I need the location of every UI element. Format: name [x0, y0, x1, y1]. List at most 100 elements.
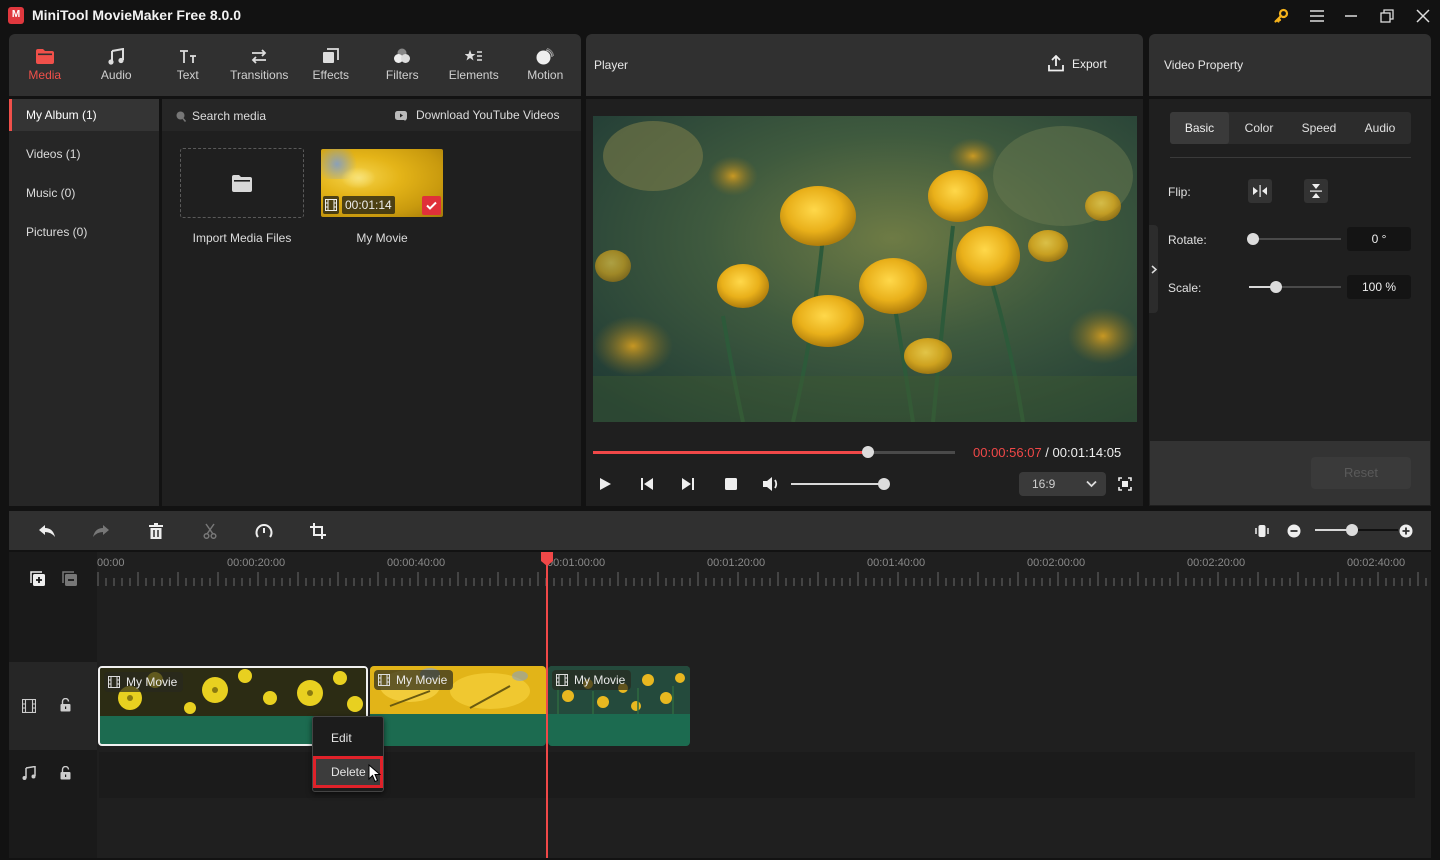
media-item-name: My Movie [356, 231, 408, 245]
trash-icon [149, 523, 163, 539]
stop-button[interactable] [724, 477, 738, 496]
speed-button[interactable] [253, 521, 275, 541]
flip-horizontal-icon [1253, 185, 1267, 197]
sidebar-item-pictures[interactable]: Pictures (0) [9, 216, 159, 248]
music-note-icon [108, 45, 125, 67]
scissors-icon [203, 523, 217, 539]
ruler-label: 00:00:20:00 [227, 557, 286, 569]
film-icon [108, 676, 120, 688]
context-menu-edit[interactable]: Edit [313, 722, 383, 754]
download-youtube-button[interactable]: Download YouTube Videos [395, 108, 559, 122]
minimize-icon[interactable] [1337, 4, 1365, 28]
rotate-value-input[interactable]: 0 ° [1347, 227, 1411, 251]
video-track-lock-button[interactable] [60, 697, 71, 717]
rotate-handle[interactable] [1247, 233, 1259, 245]
tab-label: Transitions [230, 68, 289, 82]
add-track-button[interactable] [28, 569, 46, 592]
redo-button[interactable] [90, 521, 112, 541]
timeline-zoom-handle[interactable] [1345, 524, 1358, 536]
maximize-icon[interactable] [1373, 4, 1401, 28]
undo-button[interactable] [36, 521, 58, 541]
aspect-ratio-select[interactable]: 16:9 [1019, 472, 1106, 496]
transitions-icon [250, 45, 268, 67]
export-button[interactable]: Export [1048, 55, 1107, 72]
key-icon[interactable] [1267, 4, 1295, 28]
playhead-line [546, 552, 548, 858]
tab-motion[interactable]: Motion [510, 34, 582, 96]
volume-icon [763, 477, 778, 491]
progress-fill [593, 451, 869, 454]
flip-horizontal-button[interactable] [1248, 179, 1272, 203]
audio-track-icon [22, 765, 36, 785]
tab-effects[interactable]: Effects [295, 34, 367, 96]
timeline-ruler[interactable]: 00:00 00:00:20:00 00:00:40:00 00:01:00:0… [97, 552, 1431, 586]
youtube-download-icon [395, 110, 407, 121]
audio-track-lock-button[interactable] [60, 765, 71, 785]
tab-media[interactable]: Media [9, 34, 81, 96]
timeline-clip-3[interactable]: My Movie [548, 666, 690, 746]
next-frame-button[interactable] [681, 477, 695, 496]
search-input[interactable]: Search media [176, 109, 266, 123]
close-icon[interactable] [1409, 4, 1437, 28]
volume-handle[interactable] [878, 478, 890, 490]
tab-filters[interactable]: Filters [367, 34, 439, 96]
scale-label: Scale: [1168, 281, 1202, 295]
video-preview[interactable] [593, 116, 1137, 422]
zoom-in-button[interactable] [1395, 521, 1417, 541]
split-button[interactable] [199, 521, 221, 541]
album-sidebar: My Album (1) Videos (1) Music (0) Pictur… [9, 99, 159, 506]
menu-icon[interactable] [1303, 4, 1331, 28]
delete-button[interactable] [145, 521, 167, 541]
clip-label: My Movie [126, 675, 178, 689]
progress-handle[interactable] [862, 446, 875, 458]
audio-track-lane[interactable] [99, 752, 1415, 798]
search-placeholder: Search media [192, 109, 267, 123]
tab-text[interactable]: Text [152, 34, 224, 96]
export-label: Export [1072, 56, 1107, 71]
fullscreen-button[interactable] [1118, 477, 1132, 496]
crop-button[interactable] [307, 521, 329, 541]
timeline-toolbar [9, 511, 1431, 550]
remove-track-button[interactable] [60, 569, 78, 592]
sidebar-item-videos[interactable]: Videos (1) [9, 138, 159, 170]
tab-label: Audio [100, 68, 132, 82]
import-media-label: Import Media Files [192, 231, 292, 245]
collapse-panel-handle[interactable] [1149, 225, 1158, 313]
tab-audio-property[interactable]: Audio [1349, 112, 1411, 144]
scale-handle[interactable] [1269, 281, 1282, 293]
ruler-label: 00:00:40:00 [387, 557, 446, 569]
sidebar-item-my-album[interactable]: My Album (1) [9, 99, 159, 131]
tab-color[interactable]: Color [1229, 112, 1289, 144]
volume-button[interactable] [762, 476, 780, 497]
sidebar-item-music[interactable]: Music (0) [9, 177, 159, 209]
volume-slider[interactable] [791, 483, 884, 485]
flip-vertical-button[interactable] [1304, 179, 1328, 203]
previous-frame-button[interactable] [640, 477, 654, 496]
rotate-slider[interactable] [1253, 238, 1341, 240]
playhead-handle[interactable] [541, 552, 553, 566]
effects-icon [322, 45, 340, 67]
zoom-out-button[interactable] [1283, 521, 1305, 541]
ruler-label: 00:02:40:00 [1347, 557, 1406, 569]
scale-value-input[interactable]: 100 % [1347, 275, 1411, 299]
ruler-label: 00:01:00:00 [547, 557, 606, 569]
tab-elements[interactable]: Elements [438, 34, 510, 96]
import-media-button[interactable] [180, 148, 304, 218]
reset-button[interactable]: Reset [1311, 457, 1411, 489]
property-panel: Basic Color Speed Audio Flip: Rotate: 0 … [1149, 99, 1431, 506]
media-item-my-movie[interactable]: 00:01:14 [321, 149, 443, 217]
tab-audio[interactable]: Audio [81, 34, 153, 96]
tab-speed[interactable]: Speed [1289, 112, 1349, 144]
tab-transitions[interactable]: Transitions [224, 34, 296, 96]
tab-label: Media [28, 68, 62, 82]
playback-progress-bar[interactable] [593, 451, 955, 454]
fit-timeline-button[interactable] [1251, 521, 1273, 541]
rotate-label: Rotate: [1168, 233, 1207, 247]
flip-label: Flip: [1168, 185, 1191, 199]
scale-slider[interactable] [1249, 286, 1341, 288]
tab-basic[interactable]: Basic [1170, 112, 1229, 144]
undo-icon [39, 525, 55, 537]
tab-label: Filters [385, 68, 419, 82]
timeline-clip-2[interactable]: My Movie [370, 666, 546, 746]
play-button[interactable] [598, 477, 612, 496]
